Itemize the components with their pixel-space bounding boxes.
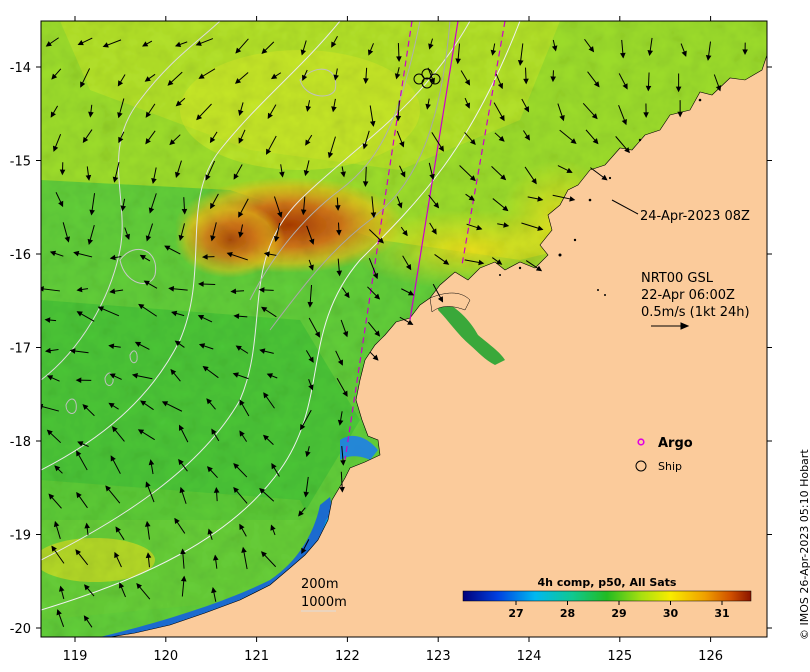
y-tick-label: -16 [10, 248, 31, 263]
y-tick-label: -14 [10, 61, 31, 76]
colorbar-tick-label: 27 [508, 607, 523, 620]
x-tick-label: 121 [244, 649, 269, 664]
colorbar-title: 4h comp, p50, All Sats [538, 576, 677, 589]
colorbar-tick-label: 31 [714, 607, 729, 620]
colorbar-tick-label: 28 [560, 607, 575, 620]
colorbar-tick-label: 29 [611, 607, 626, 620]
legend-ship: Ship [658, 460, 682, 473]
y-tick-label: -19 [10, 529, 31, 544]
sst-map: 119 120 121 122 123 124 125 126 -14 -15 -16 -17 -18… [10, 16, 772, 664]
y-tick-label: -20 [10, 622, 31, 637]
currents-scale: 0.5m/s (1kt 24h) [641, 305, 750, 320]
timestamp-label: 24-Apr-2023 08Z [640, 209, 750, 224]
x-tick-label: 126 [698, 649, 723, 664]
currents-product: NRT00 GSL [641, 271, 714, 286]
x-tick-label: 120 [153, 649, 178, 664]
isobath-200m-label: 200m [301, 577, 338, 592]
currents-time: 22-Apr 06:00Z [641, 288, 735, 303]
x-tick-label: 123 [426, 649, 451, 664]
isobath-1000m-label: 1000m [301, 595, 347, 610]
x-tick-label: 124 [517, 649, 542, 664]
x-tick-label: 122 [335, 649, 360, 664]
credit-text: © IMOS 26-Apr-2023 05:10 Hobart [798, 449, 810, 640]
y-tick-label: -17 [10, 342, 31, 357]
legend-argo: Argo [658, 436, 693, 451]
colorbar [462, 590, 752, 602]
y-tick-label: -15 [10, 155, 31, 170]
colorbar-tick-label: 30 [663, 607, 679, 620]
y-tick-label: -18 [10, 435, 31, 450]
x-tick-label: 125 [607, 649, 632, 664]
x-tick-label: 119 [63, 649, 88, 664]
